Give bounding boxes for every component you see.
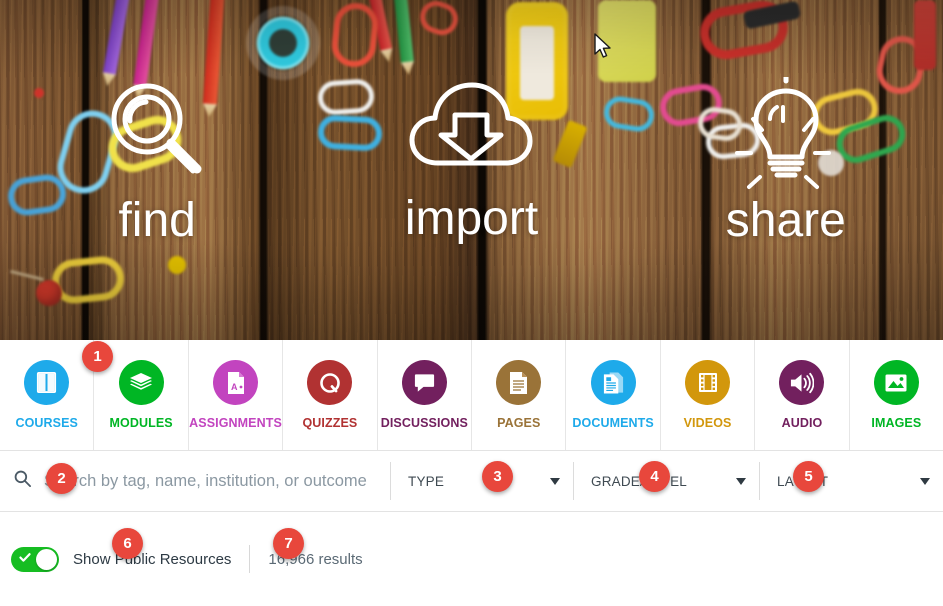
callout-badge-3: 3 bbox=[482, 461, 513, 492]
chevron-down-icon bbox=[920, 477, 930, 485]
speech-bubble-icon bbox=[401, 360, 447, 405]
category-tile-pages[interactable]: PAGES bbox=[472, 340, 567, 450]
category-tile-images[interactable]: IMAGES bbox=[849, 340, 943, 450]
category-label-quizzes: QUIZZES bbox=[302, 416, 358, 430]
quiz-q-icon bbox=[307, 360, 353, 405]
show-public-resources-label: Show Public Resources bbox=[73, 550, 232, 568]
photo-icon bbox=[873, 360, 919, 405]
film-strip-icon bbox=[685, 360, 731, 405]
callout-badge-4: 4 bbox=[639, 461, 670, 492]
show-public-resources-toggle[interactable] bbox=[11, 546, 59, 572]
documents-icon bbox=[590, 360, 636, 405]
chevron-down-icon bbox=[550, 477, 560, 485]
search-input[interactable] bbox=[44, 471, 390, 491]
category-tile-videos[interactable]: VIDEOS bbox=[660, 340, 756, 450]
toggle-knob bbox=[36, 548, 57, 570]
hero-label-share: share bbox=[725, 194, 846, 247]
callout-badge-2: 2 bbox=[46, 463, 77, 494]
cloud-download-icon bbox=[408, 79, 534, 179]
category-label-documents: DOCUMENTS bbox=[572, 416, 654, 430]
category-tile-bar: COURSES MODULES A ASSIGNMENTS QUIZZES DI… bbox=[0, 340, 943, 451]
footer-divider bbox=[249, 545, 251, 573]
hero-item-import: import bbox=[314, 79, 628, 261]
category-tile-audio[interactable]: AUDIO bbox=[755, 340, 850, 450]
category-label-videos: VIDEOS bbox=[683, 416, 732, 430]
filter-type-label: TYPE bbox=[408, 473, 445, 489]
category-label-discussions: DISCUSSIONS bbox=[380, 416, 468, 430]
hero-label-import: import bbox=[404, 192, 539, 245]
callout-badge-1: 1 bbox=[82, 341, 113, 372]
hero-label-find: find bbox=[118, 194, 196, 247]
callout-badge-6: 6 bbox=[112, 528, 143, 559]
category-label-courses: COURSES bbox=[15, 416, 78, 430]
category-label-audio: AUDIO bbox=[781, 416, 823, 430]
category-tile-documents[interactable]: DOCUMENTS bbox=[566, 340, 661, 450]
category-tile-courses[interactable]: COURSES bbox=[0, 340, 95, 450]
callout-badge-7: 7 bbox=[273, 528, 304, 559]
category-label-pages: PAGES bbox=[497, 416, 541, 430]
layers-icon bbox=[118, 360, 164, 405]
speaker-icon bbox=[779, 360, 825, 405]
category-label-modules: MODULES bbox=[109, 416, 173, 430]
hero-item-find: find bbox=[0, 77, 314, 263]
category-tile-assignments[interactable]: A ASSIGNMENTS bbox=[188, 340, 284, 450]
lightbulb-rays-icon bbox=[735, 105, 831, 189]
chevron-down-icon bbox=[736, 477, 746, 485]
svg-text:A: A bbox=[231, 382, 238, 392]
hero-banner: find import share bbox=[0, 0, 943, 340]
magnifier-icon bbox=[105, 77, 209, 181]
category-tile-discussions[interactable]: DISCUSSIONS bbox=[377, 340, 473, 450]
check-icon bbox=[19, 550, 31, 568]
category-label-images: IMAGES bbox=[871, 416, 922, 430]
page-lines-icon bbox=[496, 360, 542, 405]
callout-badge-5: 5 bbox=[793, 461, 824, 492]
search-icon bbox=[13, 469, 32, 493]
filter-sort[interactable]: LATEST bbox=[759, 462, 943, 500]
category-tile-quizzes[interactable]: QUIZZES bbox=[283, 340, 378, 450]
results-footer: Show Public Resources 16,966 results bbox=[0, 512, 943, 606]
category-label-assignments: ASSIGNMENTS bbox=[189, 416, 282, 430]
book-icon bbox=[24, 360, 70, 405]
filter-type[interactable]: TYPE bbox=[390, 462, 573, 500]
graded-page-icon: A bbox=[213, 360, 259, 405]
